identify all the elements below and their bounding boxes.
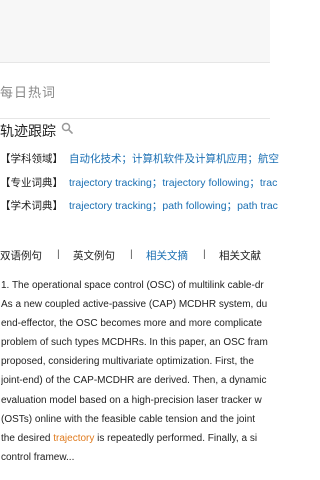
field-tag: 【学术词典】 [0,200,63,212]
top-area [0,0,270,62]
tab-related-literature[interactable]: 相关文献 [219,248,261,263]
field-row-professional-dictionary: 【专业词典】 trajectory tracking；trajectory fol… [0,176,277,190]
field-value-links[interactable]: trajectory tracking；trajectory following… [69,177,277,189]
daily-hotword-label: 每日热词 [0,85,57,100]
example-line: evaluation model based on a high-precisi… [1,394,262,406]
example-line-truncated: control framew... [1,451,75,463]
tab-separator: | [130,248,133,260]
example-abstract: 1. The operational space control (OSC) o… [1,276,291,467]
example-text: is repeatedly performed. Finally, a si [94,432,258,444]
field-value-links[interactable]: trajectory tracking；path following；path … [69,200,278,212]
example-line-highlighted: the desired trajectory is repeatedly per… [1,429,291,448]
tab-bilingual-examples[interactable]: 双语例句 [0,248,42,263]
example-line: As a new coupled active-passive (CAP) MC… [1,299,268,311]
search-icon[interactable] [61,122,73,134]
tab-separator: | [203,248,206,260]
example-line: (OSTs) online with the feasible cable te… [1,413,256,425]
field-tag: 【专业词典】 [0,177,63,189]
field-row-academic-dictionary: 【学术词典】 trajectory tracking；path following… [0,199,278,213]
example-line: 1. The operational space control (OSC) o… [1,280,264,291]
headword-row: 轨迹跟踪 [0,121,73,141]
example-line: proposed, considering multivariate optim… [1,356,254,368]
tab-separator: | [57,248,60,260]
tab-related-abstracts[interactable]: 相关文摘 [146,248,188,263]
field-tag: 【学科领域】 [0,153,63,165]
highlighted-term: trajectory [53,432,95,444]
example-line: end-effector, the OSC becomes more and m… [1,318,263,330]
field-value-links[interactable]: 自动化技术；计算机软件及计算机应用；航空 [69,153,279,165]
example-line: problem of such types MCDHRs. In this pa… [1,337,268,349]
daily-hotword-bar[interactable]: 每日热词 [0,62,270,119]
example-text: the desired [1,432,54,444]
example-line: joint-end) of the CAP-MCDHR are derived.… [1,375,267,387]
tab-english-examples[interactable]: 英文例句 [73,248,115,263]
headword-title: 轨迹跟踪 [0,123,56,139]
field-row-subject: 【学科领域】 自动化技术；计算机软件及计算机应用；航空 [0,152,279,166]
